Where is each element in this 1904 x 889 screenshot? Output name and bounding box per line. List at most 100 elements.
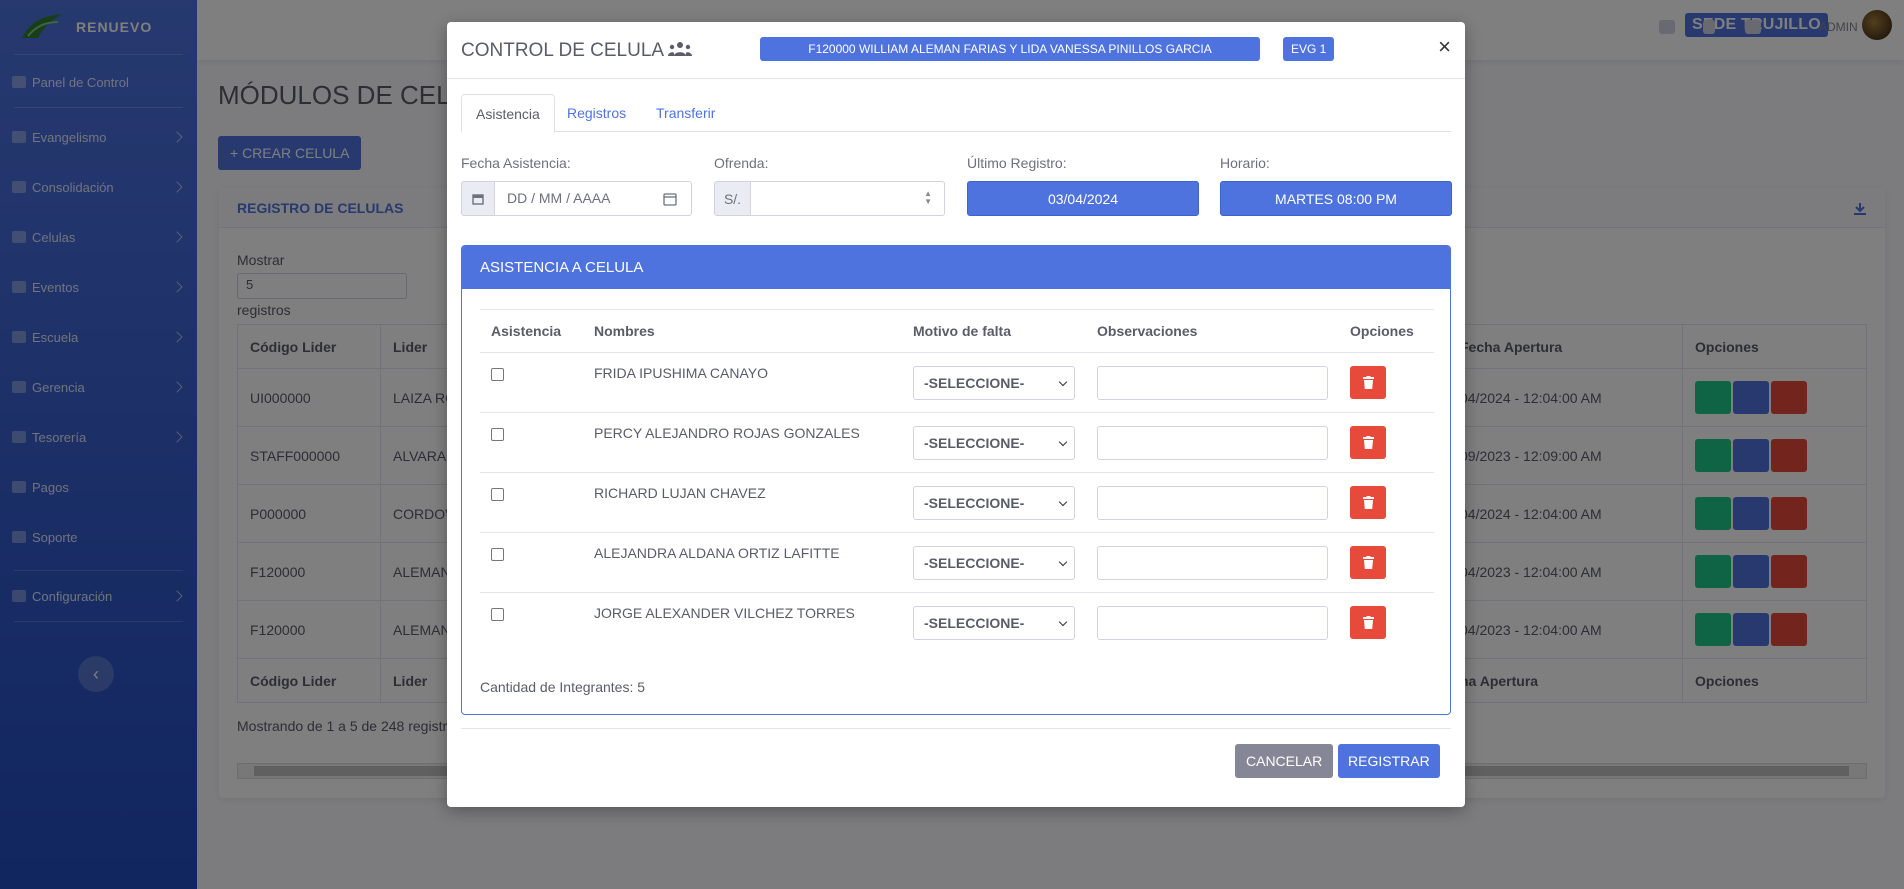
motivo-select[interactable]: -SELECCIONE- (913, 365, 1075, 400)
delete-member-button[interactable] (1350, 366, 1386, 399)
users-icon (668, 42, 693, 56)
horario-value: MARTES 08:00 PM (1220, 181, 1452, 216)
cell-observaciones (1086, 412, 1339, 473)
cell-observaciones (1086, 592, 1339, 653)
cell-checkbox (480, 352, 583, 413)
motivo-value: -SELECCIONE- (924, 434, 1025, 451)
number-spinner[interactable]: ▲ ▼ (924, 190, 932, 206)
cell-motivo: -SELECCIONE- (902, 412, 1086, 473)
close-button[interactable]: × (1438, 34, 1451, 60)
delete-member-button[interactable] (1350, 546, 1386, 579)
modal-title: CONTROL DE CELULA (461, 40, 693, 62)
asistencia-checkbox[interactable] (491, 488, 504, 501)
member-row: ALEJANDRA ALDANA ORTIZ LAFITTE -SELECCIO… (480, 532, 1434, 593)
modal-tabs: Asistencia Registros Transferir (461, 94, 1451, 133)
observaciones-input[interactable] (1097, 605, 1328, 640)
asistencia-checkbox[interactable] (491, 548, 504, 561)
member-name: PERCY ALEJANDRO ROJAS GONZALES (583, 412, 902, 473)
motivo-select[interactable]: -SELECCIONE- (913, 425, 1075, 460)
fecha-label: Fecha Asistencia: (461, 155, 571, 171)
cell-checkbox (480, 412, 583, 473)
ofrenda-input[interactable]: ▲ ▼ (751, 181, 945, 216)
member-row: RICHARD LUJAN CHAVEZ -SELECCIONE- (480, 472, 1434, 533)
motivo-value: -SELECCIONE- (924, 374, 1025, 391)
control-celula-modal: CONTROL DE CELULA F120000 WILLIAM ALEMAN… (447, 22, 1465, 807)
fecha-placeholder: DD / MM / AAAA (507, 190, 611, 206)
motivo-value: -SELECCIONE- (924, 554, 1025, 571)
motivo-select[interactable]: -SELECCIONE- (913, 545, 1075, 580)
motivo-select[interactable]: -SELECCIONE- (913, 485, 1075, 520)
delete-member-button[interactable] (1350, 426, 1386, 459)
column-header: Asistencia (480, 309, 583, 353)
modal-title-text: CONTROL DE CELULA (461, 40, 664, 61)
cell-checkbox (480, 532, 583, 593)
motivo-select[interactable]: -SELECCIONE- (913, 605, 1075, 640)
cell-motivo: -SELECCIONE- (902, 352, 1086, 413)
tab-registros[interactable]: Registros (553, 94, 640, 132)
observaciones-input[interactable] (1097, 485, 1328, 520)
fecha-asistencia-input[interactable]: DD / MM / AAAA (495, 181, 692, 216)
cell-options (1339, 472, 1434, 533)
cell-checkbox (480, 592, 583, 653)
modal-footer-divider (461, 728, 1451, 729)
ultimo-registro-value: 03/04/2024 (967, 181, 1199, 216)
cancel-button[interactable]: CANCELAR (1235, 744, 1334, 778)
modal-header: CONTROL DE CELULA F120000 WILLIAM ALEMAN… (447, 22, 1465, 79)
calendar-picker-icon[interactable] (663, 192, 677, 206)
column-header: Observaciones (1086, 309, 1339, 353)
calendar-icon-addon (461, 181, 495, 216)
column-header: Nombres (583, 309, 902, 353)
chevron-down-icon (1058, 497, 1068, 506)
asistencia-checkbox[interactable] (491, 368, 504, 381)
chevron-down-icon (1058, 557, 1068, 566)
member-name: JORGE ALEXANDER VILCHEZ TORRES (583, 592, 902, 653)
cell-options (1339, 532, 1434, 593)
member-name: RICHARD LUJAN CHAVEZ (583, 472, 902, 533)
tab-transferir[interactable]: Transferir (642, 94, 729, 132)
asistencia-table: Asistencia Nombres Motivo de falta Obser… (480, 309, 1434, 653)
tab-asistencia[interactable]: Asistencia (461, 94, 555, 133)
asistencia-card: ASISTENCIA A CELULA Asistencia Nombres M… (461, 245, 1451, 715)
cell-options (1339, 352, 1434, 413)
trash-icon (1362, 376, 1374, 389)
horario-label: Horario: (1220, 155, 1270, 171)
currency-prefix: S/. (714, 181, 751, 216)
cell-checkbox (480, 472, 583, 533)
cell-motivo: -SELECCIONE- (902, 592, 1086, 653)
member-count: Cantidad de Integrantes: 5 (480, 679, 646, 695)
evg-badge: EVG 1 (1283, 37, 1335, 61)
chevron-down-icon (1058, 377, 1068, 386)
delete-member-button[interactable] (1350, 606, 1386, 640)
table-header-row: Asistencia Nombres Motivo de falta Obser… (480, 309, 1434, 353)
member-row: FRIDA IPUSHIMA CANAYO -SELECCIONE- (480, 352, 1434, 413)
motivo-value: -SELECCIONE- (924, 494, 1025, 511)
trash-icon (1362, 556, 1374, 569)
member-row: JORGE ALEXANDER VILCHEZ TORRES -SELECCIO… (480, 592, 1434, 653)
ofrenda-input-group: S/. ▲ ▼ (714, 181, 945, 216)
member-name: ALEJANDRA ALDANA ORTIZ LAFITTE (583, 532, 902, 593)
trash-icon (1362, 436, 1374, 449)
observaciones-input[interactable] (1097, 425, 1328, 460)
cell-options (1339, 592, 1434, 653)
ultimo-registro-label: Último Registro: (967, 155, 1067, 171)
column-header: Opciones (1339, 309, 1434, 353)
asistencia-checkbox[interactable] (491, 428, 504, 441)
member-row: PERCY ALEJANDRO ROJAS GONZALES -SELECCIO… (480, 412, 1434, 473)
member-name: FRIDA IPUSHIMA CANAYO (583, 352, 902, 413)
register-button[interactable]: REGISTRAR (1338, 744, 1440, 778)
cell-options (1339, 412, 1434, 473)
calendar-icon (472, 193, 484, 205)
cell-motivo: -SELECCIONE- (902, 532, 1086, 593)
observaciones-input[interactable] (1097, 545, 1328, 580)
delete-member-button[interactable] (1350, 486, 1386, 519)
ofrenda-label: Ofrenda: (714, 155, 769, 171)
motivo-value: -SELECCIONE- (924, 614, 1025, 631)
chevron-down-icon (1058, 617, 1068, 626)
cell-observaciones (1086, 532, 1339, 593)
trash-icon (1362, 496, 1374, 509)
fecha-input-group: DD / MM / AAAA (461, 181, 692, 216)
observaciones-input[interactable] (1097, 365, 1328, 400)
asistencia-checkbox[interactable] (491, 608, 504, 621)
cell-motivo: -SELECCIONE- (902, 472, 1086, 533)
cell-observaciones (1086, 352, 1339, 413)
